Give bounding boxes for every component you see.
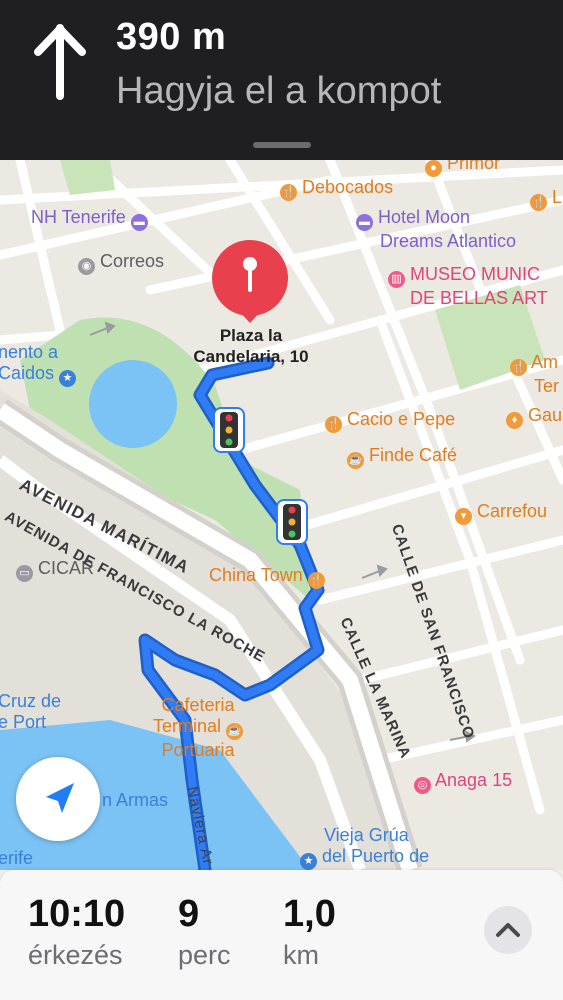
poi-label: Hotel Moon (378, 207, 471, 227)
restaurant-icon: 🍴 (510, 359, 527, 376)
poi-label: DE BELLAS ART (410, 288, 548, 308)
coffee-icon: ☕ (347, 452, 364, 469)
poi-nh-tenerife[interactable]: NH Tenerife ▬ (31, 207, 148, 231)
poi-label: Anaga 15 (435, 770, 513, 790)
poi-label: Gau (528, 405, 563, 425)
poi-label: NH Tenerife (31, 207, 126, 227)
landmark-star-icon: ★ (300, 853, 317, 870)
poi-cacio-e-pepe[interactable]: 🍴 Cacio e Pepe (325, 409, 455, 433)
poi-label: Terminal (153, 716, 222, 736)
poi-debocados[interactable]: 🍴 Debocados (280, 177, 393, 201)
restaurant-icon: 🍴 (307, 572, 325, 589)
maneuver-distance: 390 m (116, 16, 227, 58)
remaining-distance: 1,0 km (283, 892, 336, 972)
destination-label-line2: Candelaria, 10 (193, 347, 309, 366)
poi-label: Cacio e Pepe (347, 409, 456, 429)
chevron-up-icon (496, 923, 520, 937)
remaining-minutes: 9 perc (178, 892, 231, 972)
poi-label: nento a (0, 342, 59, 362)
poi-label: e Port (0, 712, 47, 732)
remaining-distance-value: 1,0 (283, 893, 336, 935)
shopping-cart-icon: ▾ (455, 508, 472, 525)
poi-armas[interactable]: n Armas (102, 790, 168, 811)
poi-vieja-grua[interactable]: Vieja Grúa ★ del Puerto de (300, 825, 429, 870)
coffee-icon: ☕ (226, 723, 244, 740)
poi-label: Correos (100, 251, 165, 271)
remaining-minutes-value: 9 (178, 893, 200, 935)
poi-nerife[interactable]: erife (0, 848, 33, 869)
poi-am[interactable]: 🍴 Am Ter (510, 352, 559, 397)
poi-label: Primor (447, 160, 501, 173)
poi-monumento[interactable]: nento a Caidos ★ (0, 342, 77, 387)
remaining-minutes-label: perc (178, 940, 231, 970)
poi-cruz-de-port[interactable]: Cruz de e Port (0, 691, 61, 733)
poi-primor[interactable]: ● Primor (425, 160, 500, 177)
traffic-light-icon (213, 407, 245, 453)
poi-label: n Armas (102, 790, 169, 810)
poi-china-town[interactable]: China Town 🍴 (209, 565, 325, 589)
drinks-icon: ♦ (506, 412, 523, 429)
poi-l-edge[interactable]: 🍴 L (530, 187, 562, 211)
traffic-light-icon (276, 499, 308, 545)
poi-label: Ter (534, 376, 560, 396)
poi-label: Caidos (0, 363, 55, 383)
maneuver-instruction: Hagyja el a kompot (116, 70, 442, 112)
poi-label: Dreams Atlantico (380, 231, 517, 251)
poi-cafeteria-terminal[interactable]: Cafeteria Terminal ☕ Portuaria (153, 695, 244, 761)
restaurant-icon: 🍴 (325, 416, 342, 433)
poi-label: del Puerto de (322, 846, 430, 866)
hotel-icon: ▬ (130, 214, 148, 231)
arrival-time-value: 10:10 (28, 893, 126, 935)
arrival-time-label: érkezés (28, 940, 123, 970)
car-icon: ▭ (16, 565, 33, 582)
hotel-icon: ▬ (356, 214, 373, 231)
arrival-time: 10:10 érkezés (28, 892, 125, 972)
restaurant-icon: 🍴 (530, 194, 547, 211)
landmark-star-icon: ★ (59, 370, 77, 387)
poi-museo[interactable]: ▥ MUSEO MUNIC DE BELLAS ART (388, 264, 548, 309)
poi-label: Debocados (302, 177, 394, 197)
drag-handle[interactable] (253, 142, 311, 148)
poi-anaga-15[interactable]: ◎ Anaga 15 (414, 770, 512, 794)
store-icon: ◎ (414, 777, 431, 794)
destination-label[interactable]: Plaza la Candelaria, 10 (178, 325, 324, 367)
poi-correos[interactable]: ◉ Correos (78, 251, 164, 275)
poi-label: Finde Café (369, 445, 458, 465)
poi-finde-cafe[interactable]: ☕ Finde Café (347, 445, 457, 469)
poi-hotel-moon[interactable]: ▬ Hotel Moon Dreams Atlantico (356, 207, 516, 252)
navigation-banner[interactable]: 390 m Hagyja el a kompot (0, 0, 563, 160)
expand-button[interactable] (484, 906, 532, 954)
destination-label-line1: Plaza la (219, 326, 283, 345)
poi-carrefour[interactable]: ▾ Carrefou (455, 501, 547, 525)
post-horn-icon: ◉ (78, 258, 95, 275)
poi-label: erife (0, 848, 34, 868)
museum-icon: ▥ (388, 271, 405, 288)
poi-label: Vieja Grúa (324, 825, 409, 845)
poi-label: China Town (209, 565, 303, 585)
trip-summary-bar[interactable]: 10:10 érkezés 9 perc 1,0 km (0, 870, 563, 1000)
restaurant-icon: 🍴 (280, 184, 297, 201)
poi-label: Cafeteria (161, 695, 235, 715)
arrow-up-icon (34, 24, 86, 100)
location-arrow-icon (46, 783, 74, 813)
poi-label: Cruz de (0, 691, 62, 711)
locate-button[interactable] (16, 757, 100, 841)
remaining-distance-label: km (283, 940, 319, 970)
poi-label: Carrefou (477, 501, 548, 521)
poi-gau[interactable]: ♦ Gau (506, 405, 562, 429)
poi-label: Am (531, 352, 559, 372)
store-icon: ● (425, 160, 442, 177)
poi-label: L (552, 187, 563, 207)
poi-label: Portuaria (161, 740, 235, 760)
poi-label: MUSEO MUNIC (410, 264, 541, 284)
